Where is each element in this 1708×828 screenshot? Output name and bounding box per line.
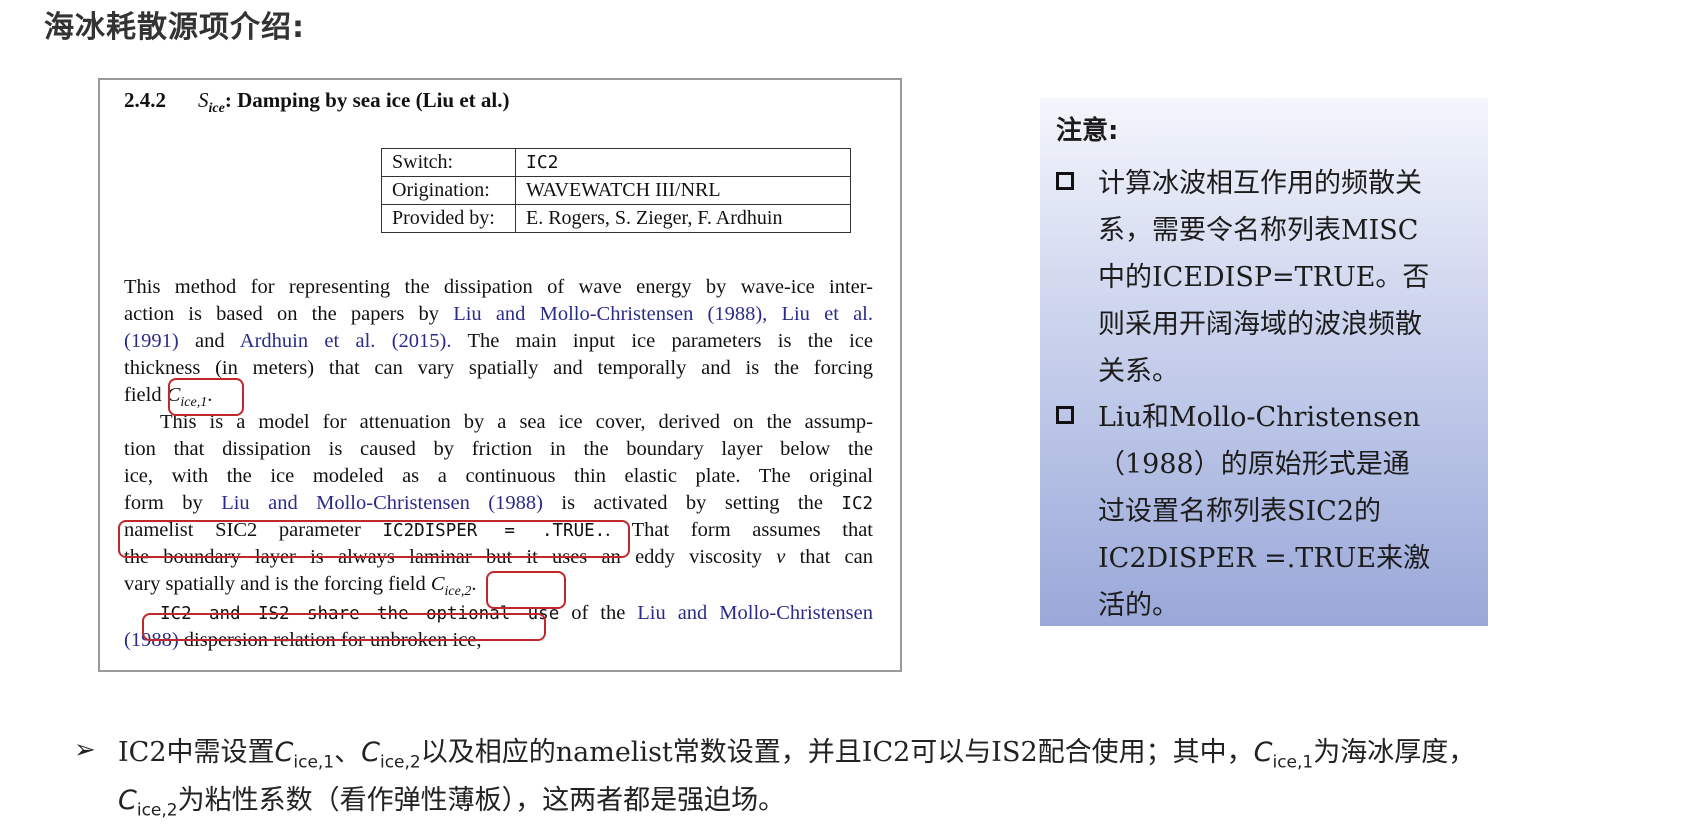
citation-link[interactable]: (1991): [124, 330, 179, 352]
text-line: action is based on the papers by Liu and…: [124, 301, 873, 327]
note-line: 过设置名称列表SIC2的: [1098, 496, 1381, 527]
text-line: This method for representing the dissipa…: [124, 276, 873, 298]
note-line: 系，需要令名称列表MISC: [1098, 215, 1419, 246]
table-value: E. Rogers, S. Zieger, F. Ardhuin: [515, 204, 851, 233]
arrow-bullet-icon: ➢: [74, 735, 96, 765]
paper-excerpt: 2.4.2 Sice: Damping by sea ice (Liu et al…: [98, 78, 902, 672]
highlight-c-ice-2: [486, 571, 566, 609]
highlight-ic2disper: [118, 520, 630, 558]
bottom-text-line: Cice,2为粘性系数（看作弹性薄板），这两者都是强迫场。: [118, 785, 786, 821]
note-line: 则采用开阔海域的波浪频散: [1098, 309, 1422, 340]
citation-link[interactable]: Liu et al.: [781, 303, 873, 325]
note-line: 活的。: [1098, 590, 1179, 621]
math-nu: ν: [776, 546, 786, 568]
table-key: Switch:: [381, 148, 516, 177]
math-c-ice-2: Cice,2: [361, 737, 421, 773]
table-key: Origination:: [381, 176, 516, 205]
note-item: 计算冰波相互作用的频散关 系，需要令名称列表MISC 中的ICEDISP=TRU…: [1056, 160, 1474, 400]
note-panel: 注意: 计算冰波相互作用的频散关 系，需要令名称列表MISC 中的ICEDISP…: [1040, 98, 1488, 626]
section-symbol: S: [198, 88, 209, 112]
code-text: IC2: [841, 494, 874, 514]
text-span: The main input ice parameters is the ice: [467, 330, 873, 352]
citation-link[interactable]: Liu and Mollo-Christensen: [637, 602, 873, 624]
math-c-ice-1: Cice,1: [274, 737, 335, 773]
text-line: tion that dissipation is caused by frict…: [124, 438, 873, 460]
section-title: : Damping by sea ice (Liu et al.): [224, 88, 510, 112]
slide-title: 海冰耗散源项介绍:: [44, 10, 305, 45]
citation-link[interactable]: Ardhuin et al. (2015).: [240, 330, 452, 352]
text-span: of the: [571, 602, 626, 624]
highlight-c-ice-1: [168, 378, 244, 416]
note-line: 中的ICEDISP=TRUE。否: [1098, 262, 1430, 293]
note-line: 关系。: [1098, 356, 1179, 387]
text-span: vary spatially and is the forcing field: [124, 573, 426, 595]
note-line: Liu和Mollo-Christensen: [1098, 402, 1421, 433]
highlight-ic2-is2-share: [142, 613, 546, 641]
note-line: （1988）的原始形式是通: [1098, 449, 1410, 480]
text-span: form by: [124, 492, 203, 514]
math-c-ice-1: Cice,1: [1253, 737, 1314, 773]
section-symbol-sub: ice: [208, 101, 225, 117]
table-value: WAVEWATCH III/NRL: [515, 176, 851, 205]
note-line: IC2DISPER =.TRUE来激: [1098, 543, 1431, 574]
citation-link[interactable]: Liu and Mollo-Christensen (1988): [221, 492, 543, 514]
text-span: is activated by setting the: [561, 492, 823, 514]
checkbox-square-icon: [1056, 406, 1074, 424]
table-key: Provided by:: [381, 204, 516, 233]
math-c-ice-2: Cice,2: [118, 785, 178, 821]
text-span: action is based on the papers by: [124, 303, 440, 325]
text-span: and: [194, 330, 225, 352]
note-line: 计算冰波相互作用的频散关: [1098, 168, 1422, 199]
table-row: Origination: WAVEWATCH III/NRL: [381, 176, 851, 205]
text-span: field: [124, 384, 162, 406]
table-row: Switch: IC2: [381, 148, 851, 177]
bottom-text-line: IC2中需设置Cice,1、Cice,2以及相应的namelist常数设置，并且…: [118, 737, 1476, 773]
checkbox-square-icon: [1056, 172, 1074, 190]
text-span: that can: [799, 546, 873, 568]
section-heading: 2.4.2 Sice: Damping by sea ice (Liu et al…: [124, 88, 509, 117]
text-line: ice, with the ice modeled as a continuou…: [124, 465, 873, 487]
text-line: form by Liu and Mollo-Christensen (1988)…: [124, 490, 873, 517]
note-item: Liu和Mollo-Christensen （1988）的原始形式是通 过设置名…: [1056, 394, 1474, 634]
citation-link[interactable]: Liu and Mollo-Christensen (1988),: [453, 303, 767, 325]
table-row: Provided by: E. Rogers, S. Zieger, F. Ar…: [381, 204, 851, 233]
table-value: IC2: [515, 148, 851, 177]
note-title: 注意:: [1056, 116, 1119, 146]
math-c-ice-2: Cice,2: [430, 573, 472, 600]
switch-info-table: Switch: IC2 Origination: WAVEWATCH III/N…: [381, 148, 851, 233]
text-line: (1991) and Ardhuin et al. (2015). The ma…: [124, 328, 873, 354]
section-number: 2.4.2: [124, 88, 166, 112]
